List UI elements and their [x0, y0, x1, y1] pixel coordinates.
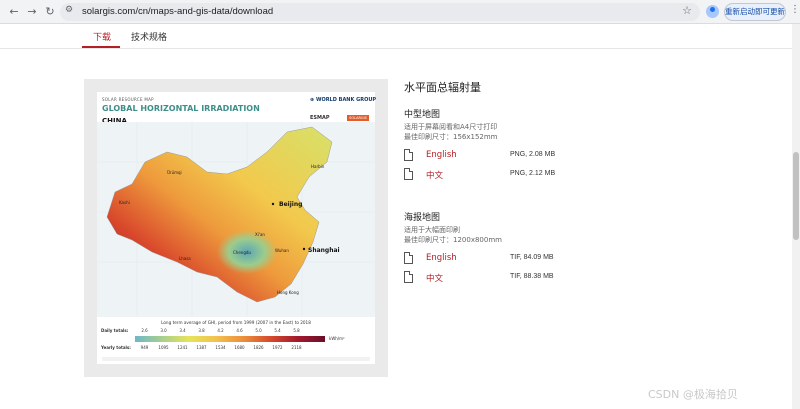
- city-shanghai: Shanghai: [308, 247, 340, 254]
- download-link-chinese-tif[interactable]: 中文: [426, 272, 443, 284]
- section-desc-medium-1: 适用于屏幕阅看和A4尺寸打印: [404, 123, 498, 131]
- world-bank-logo-text: WORLD BANK GROUP: [315, 97, 377, 103]
- section-desc-poster-1: 适用于大幅面印刷: [404, 226, 460, 234]
- star-icon[interactable]: ☆: [682, 4, 692, 17]
- map-footer-strip: [102, 357, 370, 361]
- section-title-medium: 中型地图: [404, 110, 441, 120]
- esmap-logo: ESMAP: [310, 115, 330, 121]
- file-icon: [404, 168, 413, 180]
- url-text: solargis.com/cn/maps-and-gis-data/downlo…: [82, 6, 274, 17]
- more-icon[interactable]: ⋮: [790, 4, 800, 15]
- reload-icon[interactable]: ↻: [42, 4, 58, 20]
- download-link-english-tif[interactable]: English: [426, 253, 457, 263]
- city-beijing: Beijing: [279, 201, 302, 208]
- download-row[interactable]: 中文 TIF, 88.38 MB: [404, 271, 604, 285]
- city-xian: Xi'an: [255, 232, 265, 237]
- download-link-english-png[interactable]: English: [426, 150, 457, 160]
- city-harbin: Harbin: [311, 164, 325, 169]
- file-info: TIF, 84.09 MB: [510, 254, 554, 261]
- file-icon: [404, 149, 413, 161]
- file-info: PNG, 2.12 MB: [510, 170, 556, 177]
- map-image[interactable]: SOLAR RESOURCE MAP GLOBAL HORIZONTAL IRR…: [97, 92, 377, 364]
- download-row[interactable]: English PNG, 2.08 MB: [404, 149, 604, 163]
- city-urumqi: Ürümqi: [167, 170, 182, 175]
- legend-daily-label: Daily totals:: [101, 328, 129, 333]
- city-lhasa: Lhasa: [179, 256, 191, 261]
- download-link-chinese-png[interactable]: 中文: [426, 169, 443, 181]
- tab-specs[interactable]: 技术规格: [131, 30, 167, 43]
- section-desc-medium-2: 最佳印刷尺寸：156x152mm: [404, 133, 498, 141]
- page-title: 水平面总辐射量: [404, 81, 481, 94]
- map-title: GLOBAL HORIZONTAL IRRADIATION: [102, 104, 260, 113]
- world-bank-logo: ⊕ WORLD BANK GROUP: [310, 97, 377, 103]
- active-tab-indicator: [82, 46, 120, 48]
- city-chengdu: Chengdu: [233, 250, 251, 255]
- solargis-logo: SOLARGIS: [347, 115, 369, 121]
- legend-daily-values: 2.6 3.0 3.4 3.8 4.2 4.6 5.0 5.4 5.8: [141, 328, 300, 333]
- city-hongkong: Hong Kong: [277, 290, 299, 295]
- legend-unit: kWh/m²: [329, 336, 345, 341]
- watermark: CSDN @极海拾贝: [648, 388, 738, 401]
- legend-yearly-values: 949 1095 1241 1387 1534 1680 1826 1972 2118: [140, 345, 302, 350]
- forward-icon[interactable]: →: [24, 4, 40, 20]
- legend-yearly-label: Yearly totals:: [101, 345, 131, 350]
- file-info: TIF, 88.38 MB: [510, 273, 554, 280]
- map-subtitle: SOLAR RESOURCE MAP: [102, 97, 154, 102]
- file-info: PNG, 2.08 MB: [510, 151, 556, 158]
- section-desc-poster-2: 最佳印刷尺寸：1200x800mm: [404, 236, 502, 244]
- scrollbar-thumb[interactable]: [793, 152, 799, 240]
- china-irradiation-map: Beijing Shanghai Harbin Hong Kong Chengd…: [97, 122, 375, 317]
- section-title-poster: 海报地图: [404, 213, 441, 223]
- back-icon[interactable]: ←: [6, 4, 22, 20]
- legend-color-bar: [135, 336, 325, 342]
- file-icon: [404, 252, 413, 264]
- file-icon: [404, 271, 413, 283]
- city-kashi: Kashi: [119, 200, 130, 205]
- tab-download[interactable]: 下载: [93, 30, 111, 43]
- browser-toolbar: ← → ↻ ⚙ solargis.com/cn/maps-and-gis-dat…: [0, 0, 800, 24]
- map-preview-panel: SOLAR RESOURCE MAP GLOBAL HORIZONTAL IRR…: [84, 79, 388, 377]
- address-bar[interactable]: ⚙ solargis.com/cn/maps-and-gis-data/down…: [60, 3, 700, 21]
- content-tabs: 下载 技术规格: [0, 24, 792, 49]
- download-row[interactable]: 中文 PNG, 2.12 MB: [404, 168, 604, 182]
- profile-icon[interactable]: [706, 5, 719, 18]
- legend-caption: Long term average of GHI, period from 19…: [161, 320, 311, 325]
- page-scrollbar[interactable]: [792, 24, 800, 409]
- relaunch-button[interactable]: 重新启动即可更新: [724, 3, 786, 21]
- download-row[interactable]: English TIF, 84.09 MB: [404, 252, 604, 266]
- site-info-icon[interactable]: ⚙: [65, 5, 73, 15]
- city-wuhan: Wuhan: [275, 248, 289, 253]
